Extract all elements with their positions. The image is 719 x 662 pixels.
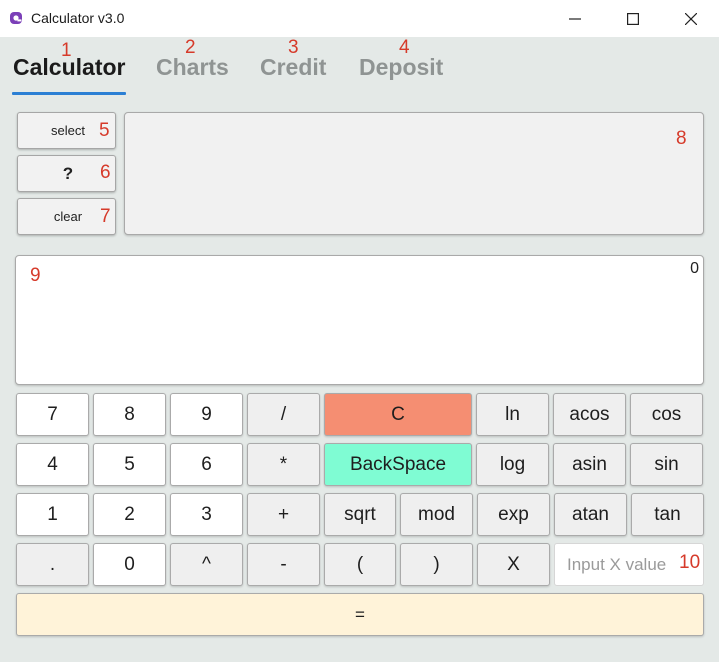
key-open-paren[interactable]: ( (324, 543, 396, 586)
close-button[interactable] (662, 0, 719, 37)
key-9[interactable]: 9 (170, 393, 243, 436)
key-7[interactable]: 7 (16, 393, 89, 436)
key-close-paren[interactable]: ) (400, 543, 473, 586)
maximize-button[interactable] (604, 0, 662, 37)
key-minus[interactable]: - (247, 543, 320, 586)
key-ln[interactable]: ln (476, 393, 549, 436)
app-logo-icon (10, 12, 22, 24)
key-backspace[interactable]: BackSpace (324, 443, 472, 486)
minimize-icon (569, 17, 581, 20)
key-8[interactable]: 8 (93, 393, 166, 436)
annotation-6: 6 (100, 162, 111, 183)
key-sqrt[interactable]: sqrt (324, 493, 396, 536)
key-clear[interactable]: C (324, 393, 472, 436)
key-asin[interactable]: asin (553, 443, 626, 486)
key-5[interactable]: 5 (93, 443, 166, 486)
key-equals[interactable]: = (16, 593, 704, 636)
annotation-1: 1 (61, 40, 72, 61)
minimize-button[interactable] (546, 0, 604, 37)
annotation-5: 5 (99, 120, 110, 141)
key-mod[interactable]: mod (400, 493, 473, 536)
tab-charts[interactable]: Charts (156, 54, 229, 81)
annotation-10: 10 (679, 552, 701, 573)
key-x-variable[interactable]: X (477, 543, 550, 586)
annotation-4: 4 (399, 37, 410, 58)
key-atan[interactable]: atan (554, 493, 627, 536)
key-power[interactable]: ^ (170, 543, 243, 586)
key-sin[interactable]: sin (630, 443, 703, 486)
expression-display[interactable]: 0 (15, 255, 704, 385)
key-divide[interactable]: / (247, 393, 320, 436)
annotation-7: 7 (100, 206, 111, 227)
title-bar: Calculator v3.0 (0, 0, 719, 37)
annotation-9: 9 (30, 265, 41, 286)
key-4[interactable]: 4 (16, 443, 89, 486)
key-tan[interactable]: tan (631, 493, 704, 536)
key-acos[interactable]: acos (553, 393, 626, 436)
key-decimal[interactable]: . (16, 543, 89, 586)
annotation-8: 8 (676, 128, 687, 149)
close-icon (685, 12, 697, 25)
annotation-2: 2 (185, 37, 196, 58)
annotation-3: 3 (288, 37, 299, 58)
key-1[interactable]: 1 (16, 493, 89, 536)
maximize-icon (627, 12, 639, 25)
key-multiply[interactable]: * (247, 443, 320, 486)
key-cos[interactable]: cos (630, 393, 703, 436)
display-value: 0 (690, 260, 699, 277)
key-2[interactable]: 2 (93, 493, 166, 536)
key-plus[interactable]: + (247, 493, 320, 536)
key-log[interactable]: log (476, 443, 549, 486)
active-tab-indicator (12, 92, 126, 95)
key-3[interactable]: 3 (170, 493, 243, 536)
key-6[interactable]: 6 (170, 443, 243, 486)
key-0[interactable]: 0 (93, 543, 166, 586)
key-exp[interactable]: exp (477, 493, 550, 536)
window-title: Calculator v3.0 (31, 10, 125, 26)
tab-credit[interactable]: Credit (260, 54, 326, 81)
history-panel[interactable] (124, 112, 704, 235)
tab-deposit[interactable]: Deposit (359, 54, 443, 81)
